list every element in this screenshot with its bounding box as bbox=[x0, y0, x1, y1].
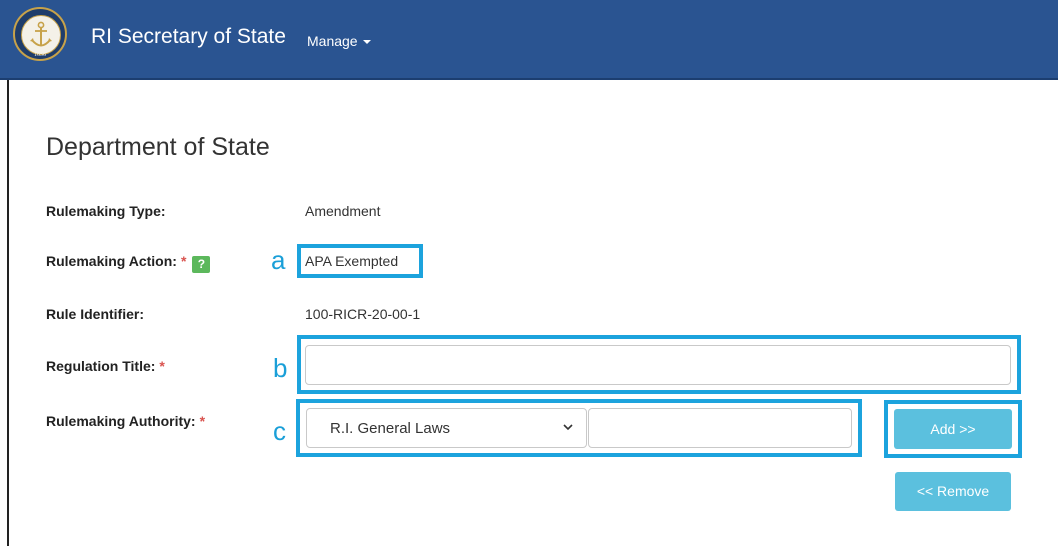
rulemaking-type-value: Amendment bbox=[305, 203, 381, 219]
regulation-title-label-text: Regulation Title: bbox=[46, 358, 156, 374]
rulemaking-action-value: APA Exempted bbox=[305, 253, 399, 269]
page-title: Department of State bbox=[46, 133, 270, 161]
rule-identifier-value: 100-RICR-20-00-1 bbox=[305, 306, 421, 322]
authority-citation-input[interactable] bbox=[588, 408, 852, 448]
manage-menu-label: Manage bbox=[307, 33, 358, 49]
seal-year: 1636 bbox=[34, 52, 46, 58]
annotation-c: c bbox=[273, 416, 286, 446]
anchor-icon bbox=[21, 15, 61, 55]
authority-type-select[interactable]: R.I. General Laws bbox=[306, 408, 587, 448]
manage-menu[interactable]: Manage bbox=[307, 33, 371, 49]
authority-type-selected: R.I. General Laws bbox=[330, 420, 451, 437]
rulemaking-authority-label-text: Rulemaking Authority: bbox=[46, 413, 196, 429]
add-button[interactable]: Add >> bbox=[894, 409, 1012, 449]
rule-identifier-label: Rule Identifier: bbox=[46, 306, 145, 322]
required-asterisk: * bbox=[199, 413, 206, 429]
rulemaking-type-label: Rulemaking Type: bbox=[46, 203, 166, 219]
top-navbar: 1636 RI Secretary of State Manage bbox=[0, 0, 1058, 80]
regulation-title-label: Regulation Title: * bbox=[46, 358, 165, 374]
app-brand[interactable]: RI Secretary of State bbox=[91, 25, 286, 49]
remove-button[interactable]: << Remove bbox=[895, 472, 1011, 511]
help-icon[interactable]: ? bbox=[192, 256, 211, 273]
annotation-a: a bbox=[271, 245, 286, 275]
required-asterisk: * bbox=[159, 358, 165, 374]
chevron-down-icon bbox=[563, 424, 573, 431]
page-left-border bbox=[7, 80, 9, 546]
annotation-b: b bbox=[273, 353, 288, 383]
rulemaking-authority-label: Rulemaking Authority: * bbox=[46, 413, 205, 429]
required-asterisk: * bbox=[180, 253, 187, 269]
state-seal-icon[interactable]: 1636 bbox=[13, 7, 67, 61]
rulemaking-action-label: Rulemaking Action: *? bbox=[46, 253, 211, 273]
rulemaking-action-label-text: Rulemaking Action: bbox=[46, 253, 177, 269]
caret-down-icon bbox=[362, 40, 371, 45]
regulation-title-input[interactable] bbox=[305, 345, 1011, 385]
